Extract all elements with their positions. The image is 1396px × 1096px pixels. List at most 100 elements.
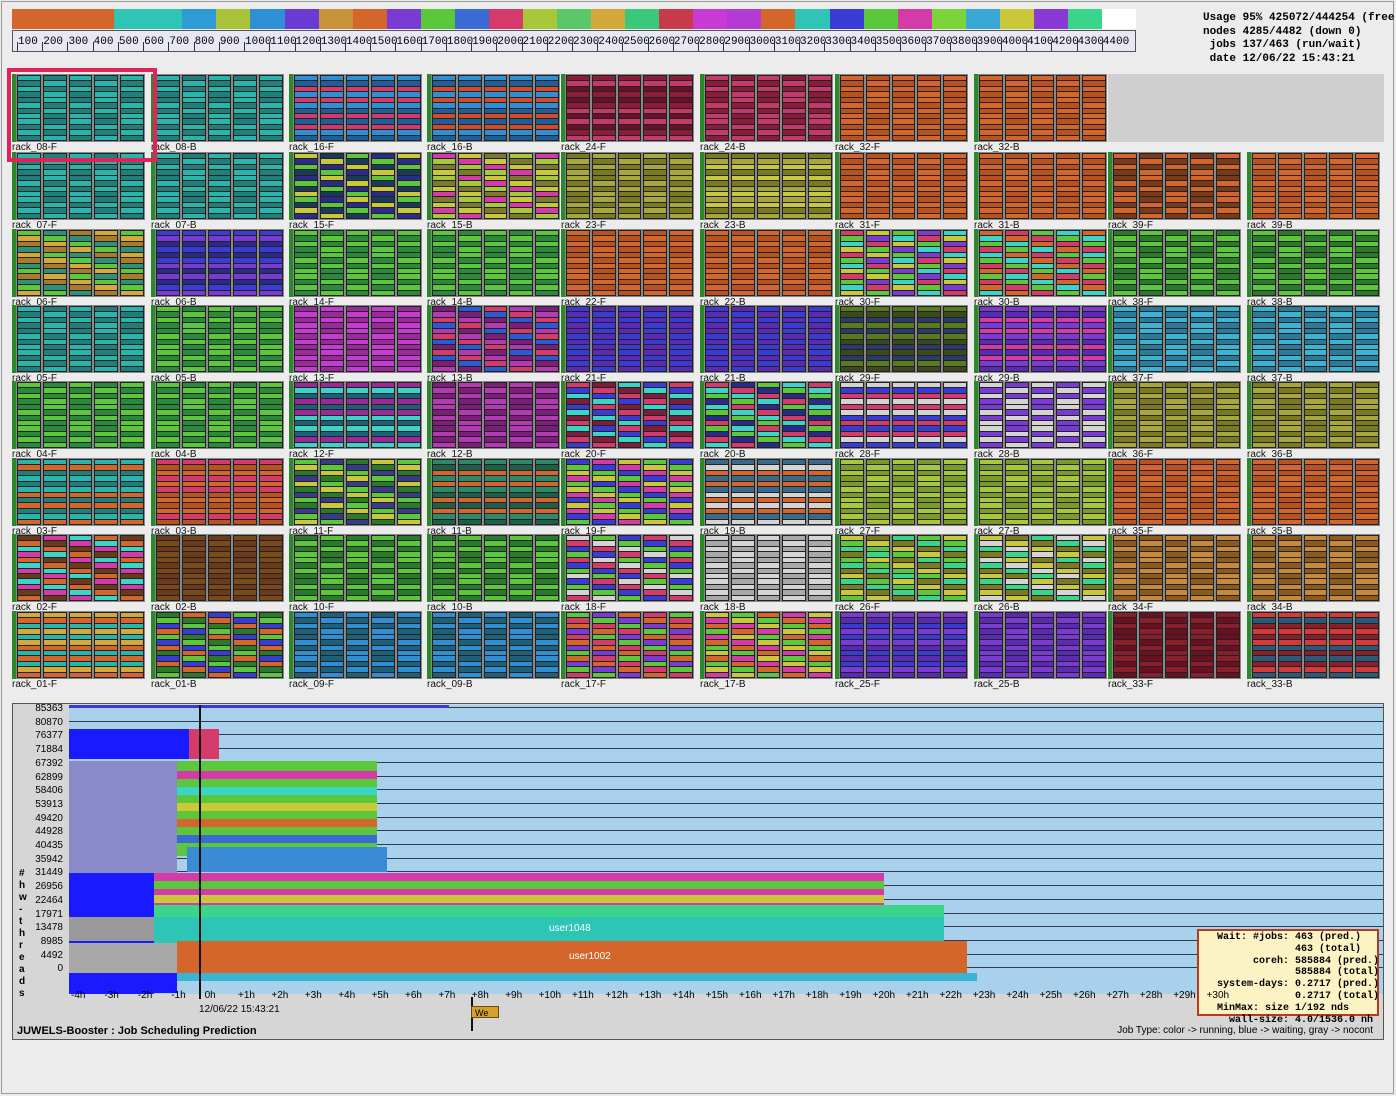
node-slot[interactable] — [157, 97, 179, 103]
node-slot[interactable] — [295, 470, 317, 476]
node-slot[interactable] — [892, 568, 915, 573]
node-slot[interactable] — [644, 159, 667, 164]
node-slot[interactable] — [618, 541, 641, 546]
node-slot[interactable] — [670, 584, 692, 590]
node-slot[interactable] — [1031, 536, 1054, 541]
node-slot[interactable] — [510, 81, 533, 86]
node-slot[interactable] — [121, 623, 143, 629]
node-slot[interactable] — [757, 350, 780, 355]
node-slot[interactable] — [706, 563, 728, 568]
node-slot[interactable] — [1191, 487, 1214, 492]
node-slot[interactable] — [783, 274, 806, 279]
node-slot[interactable] — [320, 536, 343, 541]
node-slot[interactable] — [567, 334, 589, 339]
node-slot[interactable] — [182, 334, 205, 339]
node-slot[interactable] — [1031, 366, 1054, 372]
node-slot[interactable] — [260, 274, 282, 279]
node-slot[interactable] — [892, 181, 915, 186]
node-slot[interactable] — [208, 508, 231, 514]
node-slot[interactable] — [1278, 492, 1301, 497]
node-slot[interactable] — [346, 497, 369, 503]
node-slot[interactable] — [208, 154, 231, 159]
node-slot[interactable] — [1139, 334, 1162, 339]
node-slot[interactable] — [433, 431, 455, 437]
node-slot[interactable] — [1330, 568, 1353, 573]
node-slot[interactable] — [43, 164, 66, 170]
node-slot[interactable] — [208, 613, 231, 618]
node-slot[interactable] — [208, 103, 231, 108]
node-slot[interactable] — [346, 393, 369, 399]
node-slot[interactable] — [841, 568, 863, 573]
node-slot[interactable] — [1139, 164, 1162, 170]
node-slot[interactable] — [398, 426, 420, 431]
node-slot[interactable] — [510, 404, 533, 410]
node-slot[interactable] — [18, 241, 40, 247]
node-slot[interactable] — [1083, 170, 1105, 175]
node-slot[interactable] — [1165, 213, 1188, 219]
node-slot[interactable] — [757, 279, 780, 285]
node-slot[interactable] — [1356, 258, 1378, 263]
node-slot[interactable] — [783, 476, 806, 481]
node-slot[interactable] — [783, 393, 806, 399]
node-slot[interactable] — [1330, 470, 1353, 476]
node-slot[interactable] — [157, 355, 179, 361]
node-slot[interactable] — [295, 317, 317, 323]
node-slot[interactable] — [182, 508, 205, 514]
node-slot[interactable] — [1005, 552, 1028, 557]
node-slot[interactable] — [1253, 470, 1275, 476]
node-slot[interactable] — [295, 92, 317, 97]
node-slot[interactable] — [841, 344, 863, 350]
node-slot[interactable] — [346, 552, 369, 557]
node-slot[interactable] — [866, 103, 889, 108]
node-slot[interactable] — [1253, 541, 1275, 546]
node-slot[interactable] — [234, 508, 257, 514]
node-slot[interactable] — [1165, 231, 1188, 236]
node-slot[interactable] — [1304, 465, 1327, 470]
node-slot[interactable] — [346, 508, 369, 514]
node-slot[interactable] — [592, 279, 615, 285]
node-slot[interactable] — [757, 410, 780, 415]
node-slot[interactable] — [295, 460, 317, 465]
node-slot[interactable] — [234, 420, 257, 426]
rack-rack-23-f[interactable] — [561, 152, 694, 220]
node-slot[interactable] — [295, 236, 317, 241]
node-slot[interactable] — [809, 573, 831, 579]
node-slot[interactable] — [706, 497, 728, 503]
node-slot[interactable] — [944, 130, 966, 135]
node-slot[interactable] — [892, 130, 915, 135]
node-slot[interactable] — [731, 361, 754, 366]
node-slot[interactable] — [1165, 197, 1188, 202]
node-slot[interactable] — [208, 536, 231, 541]
node-slot[interactable] — [892, 113, 915, 119]
node-slot[interactable] — [892, 97, 915, 103]
node-slot[interactable] — [1278, 476, 1301, 481]
node-slot[interactable] — [1005, 213, 1028, 219]
node-slot[interactable] — [866, 86, 889, 92]
node-slot[interactable] — [1278, 437, 1301, 442]
node-slot[interactable] — [433, 86, 455, 92]
node-slot[interactable] — [731, 241, 754, 247]
node-slot[interactable] — [157, 247, 179, 252]
node-slot[interactable] — [644, 197, 667, 202]
node-slot[interactable] — [866, 328, 889, 334]
node-slot[interactable] — [320, 247, 343, 252]
node-slot[interactable] — [809, 274, 831, 279]
node-slot[interactable] — [234, 437, 257, 442]
node-slot[interactable] — [731, 465, 754, 470]
node-slot[interactable] — [1253, 573, 1275, 579]
node-slot[interactable] — [234, 159, 257, 164]
node-slot[interactable] — [1083, 154, 1105, 159]
node-slot[interactable] — [841, 492, 863, 497]
node-slot[interactable] — [1330, 154, 1353, 159]
node-slot[interactable] — [398, 236, 420, 241]
node-slot[interactable] — [484, 334, 507, 339]
node-slot[interactable] — [618, 312, 641, 317]
node-slot[interactable] — [783, 159, 806, 164]
node-slot[interactable] — [618, 231, 641, 236]
node-slot[interactable] — [1031, 557, 1054, 563]
node-slot[interactable] — [841, 460, 863, 465]
node-slot[interactable] — [458, 503, 481, 508]
node-slot[interactable] — [1083, 442, 1105, 448]
node-slot[interactable] — [433, 595, 455, 601]
node-slot[interactable] — [320, 164, 343, 170]
